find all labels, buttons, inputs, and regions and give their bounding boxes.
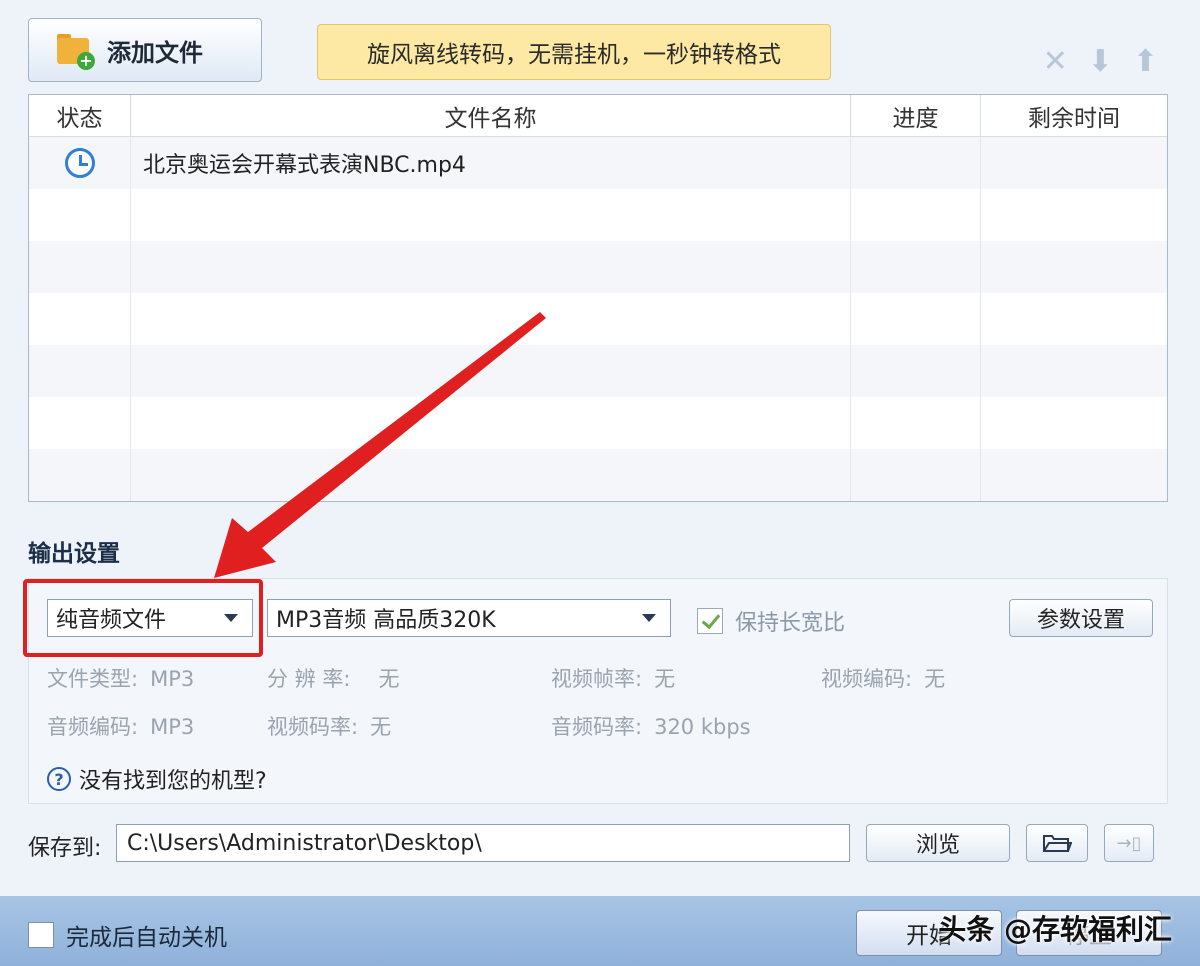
auto-shutdown-label: 完成后自动关机 (66, 925, 227, 951)
file-type-label: 文件类型: (47, 667, 139, 691)
export-device-button[interactable]: →▯ (1104, 824, 1154, 862)
table-row-empty (29, 501, 1167, 502)
arrow-up-icon[interactable]: ⬆ (1133, 44, 1158, 79)
table-row-empty (29, 449, 1167, 501)
video-bitrate-label: 视频码率: (267, 715, 359, 739)
promo-banner[interactable]: 旋风离线转码，无需挂机，一秒钟转格式 (317, 24, 831, 80)
video-bitrate-info: 视频码率: 无 (267, 711, 391, 741)
promo-banner-text: 旋风离线转码，无需挂机，一秒钟转格式 (367, 42, 781, 68)
export-device-icon: →▯ (1116, 832, 1142, 854)
add-file-label: 添加文件 (107, 38, 203, 67)
audio-bitrate-value: 320 kbps (654, 715, 751, 739)
video-bitrate-value: 无 (370, 715, 392, 739)
browse-button[interactable]: 浏览 (866, 824, 1010, 862)
table-row[interactable]: 北京奥运会开幕式表演NBC.mp4 (29, 137, 1167, 189)
save-to-label: 保存到: (28, 836, 102, 861)
output-settings-panel: 纯音频文件 MP3音频 高品质320K 保持长宽比 参数设置 文件类型: MP3 … (23, 578, 1168, 804)
file-remaining (981, 137, 1167, 189)
keep-ratio-checkbox[interactable]: 保持长宽比 (697, 605, 845, 637)
arrow-down-icon[interactable]: ⬇ (1088, 44, 1113, 79)
video-fps-value: 无 (654, 667, 676, 691)
auto-shutdown-checkbox[interactable]: 完成后自动关机 (28, 918, 227, 952)
folder-add-icon: + (57, 34, 95, 70)
save-path-input[interactable]: C:\Users\Administrator\Desktop\ (116, 824, 850, 862)
column-status[interactable]: 状态 (29, 95, 131, 136)
audio-bitrate-info: 音频码率: 320 kbps (551, 711, 751, 741)
highlight-box (23, 579, 263, 657)
video-codec-info: 视频编码: 无 (821, 663, 945, 693)
file-list[interactable]: 状态 文件名称 进度 剩余时间 北京奥运会开幕式表演NBC.mp4 (28, 94, 1168, 502)
list-toolbar: ✕ ⬇ ⬆ (1043, 44, 1158, 79)
file-type-value: MP3 (150, 667, 195, 691)
table-row-empty (29, 189, 1167, 241)
table-row-empty (29, 293, 1167, 345)
video-fps-label: 视频帧率: (551, 667, 643, 691)
video-codec-value: 无 (924, 667, 946, 691)
device-help-link[interactable]: ? 没有找到您的机型? (47, 763, 267, 795)
audio-bitrate-label: 音频码率: (551, 715, 643, 739)
file-progress (851, 137, 981, 189)
bottom-bar: 完成后自动关机 开始 停止 头条 @存软福利汇 (0, 896, 1200, 966)
help-text: 没有找到您的机型? (79, 769, 267, 794)
close-icon[interactable]: ✕ (1043, 44, 1068, 79)
watermark: 头条 @存软福利汇 (938, 913, 1172, 946)
table-row-empty (29, 397, 1167, 449)
column-progress[interactable]: 进度 (851, 95, 981, 136)
file-list-body: 北京奥运会开幕式表演NBC.mp4 (29, 137, 1167, 502)
table-row-empty (29, 345, 1167, 397)
table-row-empty (29, 241, 1167, 293)
audio-codec-label: 音频编码: (47, 715, 139, 739)
param-settings-button[interactable]: 参数设置 (1009, 599, 1153, 637)
resolution-info: 分 辨 率: 无 (267, 663, 399, 693)
file-name: 北京奥运会开幕式表演NBC.mp4 (131, 137, 851, 189)
video-fps-info: 视频帧率: 无 (551, 663, 675, 693)
add-file-button[interactable]: + 添加文件 (28, 18, 262, 82)
audio-codec-info: 音频编码: MP3 (47, 711, 194, 741)
video-codec-label: 视频编码: (821, 667, 913, 691)
column-filename[interactable]: 文件名称 (131, 95, 851, 136)
audio-codec-value: MP3 (150, 715, 195, 739)
clock-icon (64, 148, 95, 178)
checkbox-checked-icon (697, 608, 723, 634)
resolution-value: 无 (378, 667, 400, 691)
question-icon: ? (47, 767, 71, 791)
folder-open-icon (1043, 835, 1072, 852)
column-remaining[interactable]: 剩余时间 (981, 95, 1167, 136)
resolution-label: 分 辨 率: (267, 667, 351, 691)
preset-select-value: MP3音频 高品质320K (276, 608, 496, 633)
chevron-down-icon (642, 614, 656, 622)
checkbox-unchecked-icon (28, 922, 54, 948)
file-list-header: 状态 文件名称 进度 剩余时间 (29, 95, 1167, 137)
open-folder-button[interactable] (1026, 824, 1088, 862)
preset-select[interactable]: MP3音频 高品质320K (267, 599, 671, 637)
output-settings-title: 输出设置 (28, 541, 120, 567)
file-type-info: 文件类型: MP3 (47, 663, 194, 693)
keep-ratio-label: 保持长宽比 (735, 611, 846, 636)
